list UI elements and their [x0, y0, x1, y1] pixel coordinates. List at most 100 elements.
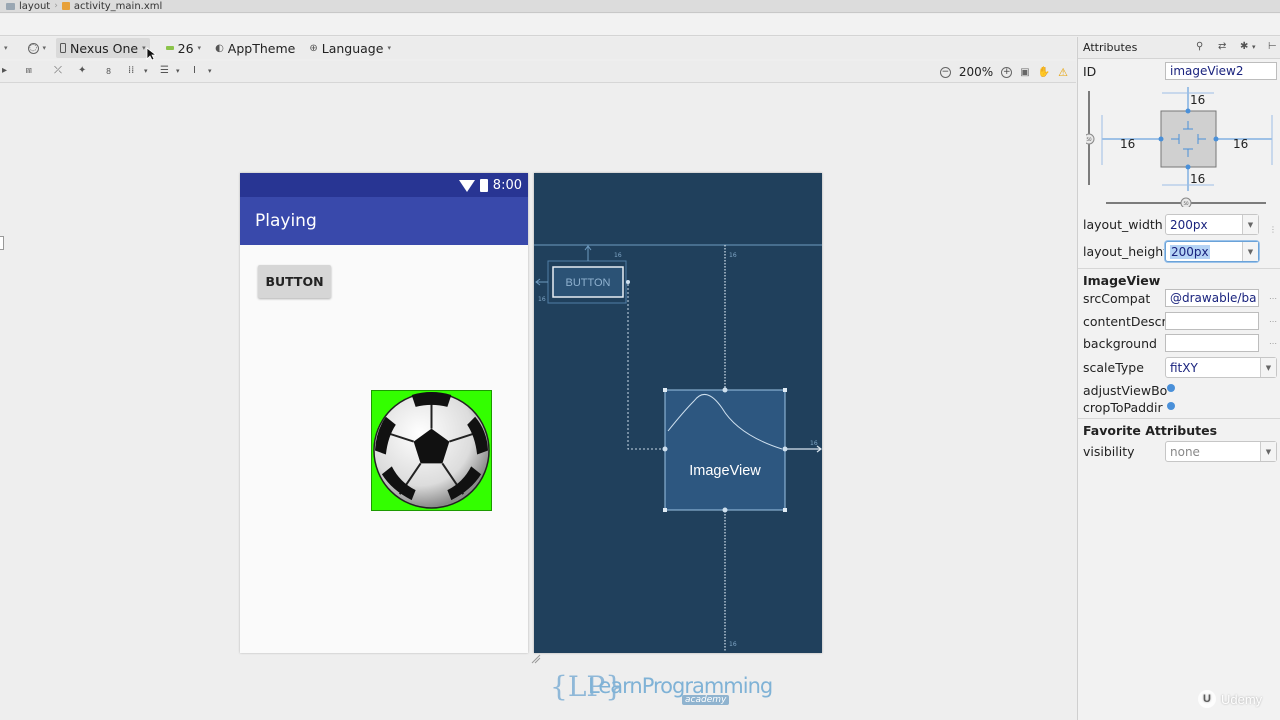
scale-type-dropdown[interactable]: fitXY ▼: [1165, 357, 1277, 378]
blueprint-margin-label-top: 16: [729, 252, 737, 259]
search-icon[interactable]: ⚲: [1196, 41, 1203, 52]
breadcrumb: layout › activity_main.xml: [0, 0, 1280, 13]
chevron-down-icon: ▼: [1260, 442, 1276, 461]
blueprint-imageview-label: ImageView: [689, 463, 761, 479]
crop-to-padding-label: cropToPaddir: [1083, 400, 1163, 415]
app-title: Playing: [255, 211, 317, 231]
device-selector[interactable]: Nexus One ▾: [56, 38, 150, 58]
palette-dropdown-icon[interactable]: ▾: [4, 44, 8, 52]
layout-toolbar: ▸ ⩎ ⤫ ✦ 8 ⁞⁞ ▾ ☰ ▾ I ▾ − 200% + ▣ ✋ ⚠: [0, 61, 1076, 83]
margin-bottom-value[interactable]: 16: [1190, 172, 1205, 186]
breadcrumb-item-layout[interactable]: layout: [19, 1, 50, 12]
id-field[interactable]: imageView2: [1165, 62, 1277, 80]
clear-constraints-icon[interactable]: ⤫: [54, 65, 62, 76]
attributes-header: Attributes ⚲ ⇄ ✱ ▾ ⊢: [1078, 37, 1280, 59]
warning-icon[interactable]: ⚠: [1058, 66, 1068, 79]
blueprint-button-label: BUTTON: [565, 277, 610, 289]
divider: [1078, 268, 1280, 269]
zoom-in-icon[interactable]: +: [1001, 66, 1013, 78]
margin-right-value[interactable]: 16: [1233, 137, 1248, 151]
logo-sub-text: academy: [682, 695, 730, 705]
blueprint-drawing: 16 16 16 16 16 ImageView BUTTON: [534, 244, 822, 651]
imageview-section-title: ImageView: [1083, 273, 1161, 288]
language-label: Language: [321, 40, 384, 56]
editor-tab-strip: [0, 14, 1280, 36]
zoom-level: 200%: [958, 65, 994, 79]
guidelines-icon[interactable]: I: [193, 65, 196, 76]
more-icon[interactable]: ⋯: [1269, 339, 1277, 348]
layout-height-label: layout_height: [1083, 244, 1169, 259]
layout-height-dropdown[interactable]: 200px ▼: [1165, 241, 1259, 262]
chevron-down-icon: ▾: [387, 44, 391, 52]
adjust-view-bounds-flag-icon[interactable]: [1167, 384, 1175, 392]
blueprint-margin-label-right: 16: [810, 440, 818, 447]
zoom-out-icon[interactable]: −: [939, 66, 951, 78]
blueprint-imageview[interactable]: [664, 389, 786, 511]
breadcrumb-item-activity-main[interactable]: activity_main.xml: [74, 1, 162, 12]
orientation-icon: ◌: [27, 42, 39, 54]
battery-icon: [479, 178, 488, 192]
pack-icon[interactable]: ⁞⁞: [128, 65, 134, 76]
chevron-down-icon[interactable]: ▾: [208, 67, 212, 75]
id-label: ID: [1083, 64, 1097, 79]
magnet-icon[interactable]: ⩎: [26, 65, 32, 76]
attributes-title: Attributes: [1083, 41, 1138, 54]
device-name: Nexus One: [70, 40, 139, 56]
udemy-text: Udemy: [1221, 691, 1263, 707]
language-selector[interactable]: ⊕ Language ▾: [305, 38, 395, 58]
more-icon[interactable]: ⋯: [1269, 317, 1277, 326]
crop-to-padding-flag-icon[interactable]: [1167, 402, 1175, 410]
scale-type-value: fitXY: [1170, 360, 1198, 375]
align-icon[interactable]: ☰: [160, 65, 169, 76]
status-bar: 8:00: [240, 173, 528, 197]
margin-top-value[interactable]: 16: [1190, 93, 1205, 107]
globe-icon: ⊕: [309, 42, 318, 54]
margin-left-value[interactable]: 16: [1120, 137, 1135, 151]
design-preview-screen[interactable]: 8:00 Playing BUTTON: [240, 173, 528, 653]
hide-panel-icon[interactable]: ⊢: [1268, 41, 1277, 52]
chevron-down-icon[interactable]: ▾: [1252, 43, 1256, 51]
blueprint-margin-label-button-top: 16: [614, 252, 622, 259]
logo-main-text: LearnProgramming: [588, 674, 773, 698]
resize-handle-icon[interactable]: [531, 654, 541, 664]
view-options-icon[interactable]: ▸: [2, 65, 7, 76]
layout-width-dropdown[interactable]: 200px ▼: [1165, 214, 1259, 235]
src-compat-field[interactable]: @drawable/ba: [1165, 289, 1259, 307]
orientation-button[interactable]: ◌ ▾: [24, 38, 51, 58]
more-icon[interactable]: ⋮: [1269, 225, 1277, 234]
status-time: 8:00: [492, 177, 522, 193]
chevron-down-icon: ▼: [1260, 358, 1276, 377]
visibility-dropdown[interactable]: none ▼: [1165, 441, 1277, 462]
zoom-controls: − 200% + ▣ ✋ ⚠: [939, 63, 1068, 81]
chevron-down-icon: ▾: [42, 44, 47, 52]
api-icon: [165, 46, 174, 50]
gear-icon[interactable]: ✱: [1240, 41, 1248, 52]
content-description-field[interactable]: [1165, 312, 1259, 330]
constraint-inspector[interactable]: 50 50 16 16 16 16: [1086, 87, 1276, 207]
theme-selector[interactable]: ◐ AppTheme: [211, 38, 299, 58]
scale-type-label: scaleType: [1083, 360, 1144, 375]
visibility-label: visibility: [1083, 444, 1135, 459]
adjust-view-bounds-label: adjustViewBo: [1083, 383, 1168, 398]
palette-collapse-handle[interactable]: [0, 236, 4, 250]
chevron-down-icon[interactable]: ▾: [176, 67, 180, 75]
preview-button-label: BUTTON: [265, 274, 324, 289]
content-description-label: contentDescri: [1083, 314, 1171, 329]
zoom-to-fit-icon[interactable]: ▣: [1020, 67, 1029, 78]
vertical-bias-label: 50: [1086, 137, 1092, 142]
preview-button[interactable]: BUTTON: [258, 265, 331, 298]
background-field[interactable]: [1165, 334, 1259, 352]
blueprint-screen[interactable]: 16 16 16 16 16 ImageView BUTTON: [534, 173, 822, 653]
default-margin-icon[interactable]: 8: [106, 67, 111, 76]
learnprogramming-logo: {LP} LearnProgramming academy: [550, 668, 773, 710]
favorite-attributes-title: Favorite Attributes: [1083, 423, 1218, 438]
more-icon[interactable]: ⋯: [1269, 294, 1277, 303]
blueprint-margin-label-bottom: 16: [729, 641, 737, 648]
chevron-down-icon[interactable]: ▾: [144, 67, 148, 75]
swap-view-icon[interactable]: ⇄: [1218, 41, 1226, 52]
api-level-selector[interactable]: 26 ▾: [162, 38, 205, 58]
src-compat-label: srcCompat: [1083, 291, 1151, 306]
infer-constraints-icon[interactable]: ✦: [78, 65, 86, 76]
pan-icon[interactable]: ✋: [1038, 67, 1050, 78]
preview-imageview[interactable]: [371, 390, 492, 511]
